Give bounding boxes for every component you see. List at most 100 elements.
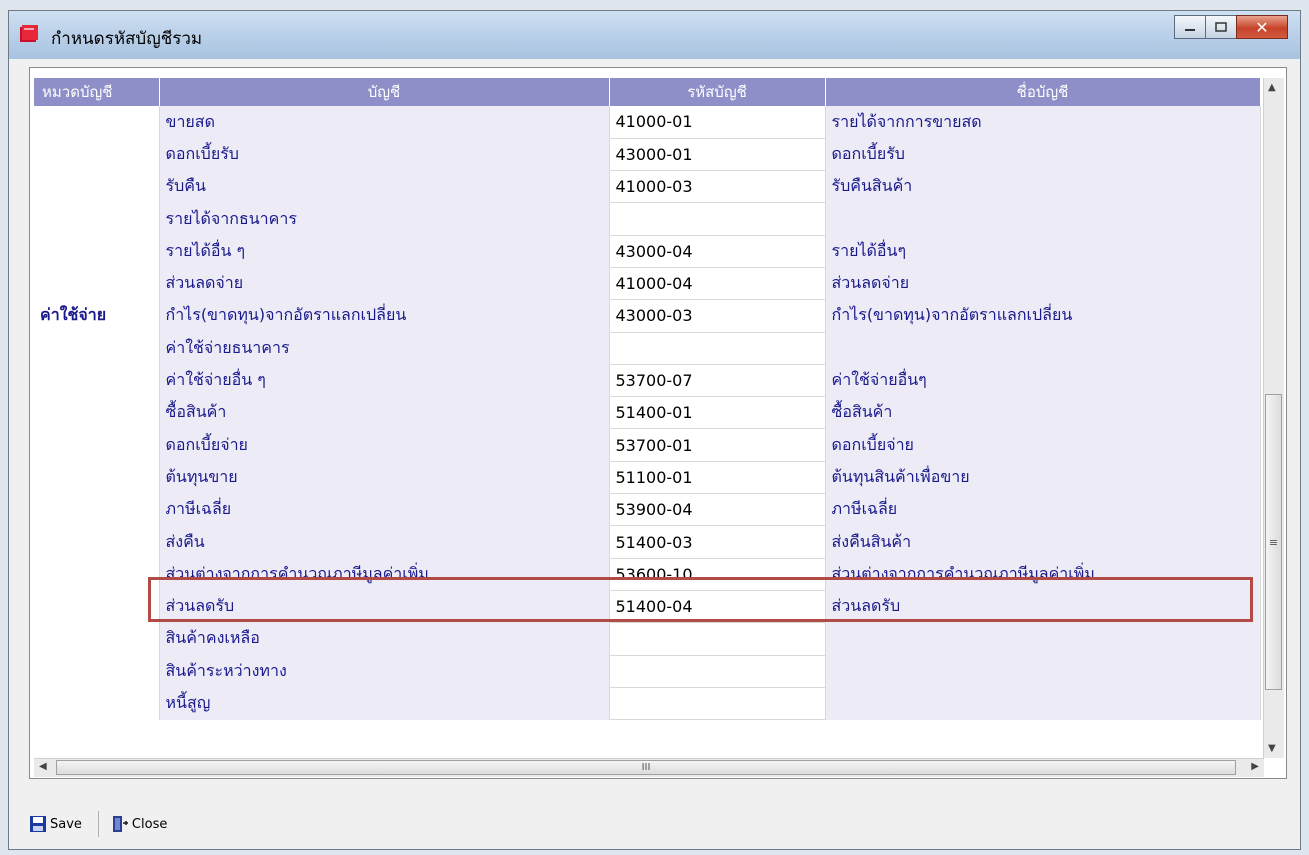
code-cell[interactable]: 51100-01 [609, 461, 826, 495]
category-cell[interactable] [34, 396, 160, 429]
table-row[interactable]: ค่าใช้จ่ายอื่น ๆ 53700-07 ค่าใช้จ่ายอื่นๆ [34, 364, 1261, 398]
account-name-cell[interactable]: ดอกเบี้ยจ่าย [825, 428, 1261, 462]
category-cell[interactable]: ค่าใช้จ่าย [34, 299, 160, 333]
account-name-cell[interactable]: รายได้อื่นๆ [825, 235, 1261, 268]
account-cell[interactable]: สินค้าระหว่างทาง [159, 655, 610, 688]
code-cell[interactable]: 53600-10 [609, 558, 826, 591]
table-row[interactable]: สินค้าระหว่างทาง [34, 655, 1261, 688]
col-header-code[interactable]: รหัสบัญชี [609, 78, 826, 106]
category-cell[interactable] [34, 493, 160, 526]
col-header-account[interactable]: บัญชี [159, 78, 610, 106]
category-cell[interactable] [34, 170, 160, 203]
category-cell[interactable] [34, 106, 160, 139]
code-cell[interactable]: 53700-07 [609, 364, 826, 398]
account-cell[interactable]: ค่าใช้จ่ายอื่น ๆ [159, 364, 610, 397]
account-cell[interactable]: ดอกเบี้ยรับ [159, 138, 610, 171]
close-button[interactable]: Close [111, 815, 167, 833]
table-row[interactable]: หนี้สูญ [34, 687, 1261, 721]
code-cell[interactable]: 43000-04 [609, 235, 826, 268]
table-row[interactable]: ดอกเบี้ยจ่าย 53700-01 ดอกเบี้ยจ่าย [34, 428, 1261, 462]
code-cell[interactable]: 41000-04 [609, 267, 826, 301]
account-cell[interactable]: ดอกเบี้ยจ่าย [159, 428, 610, 462]
save-button[interactable]: Save [29, 815, 82, 833]
table-row[interactable]: สินค้าคงเหลือ [34, 622, 1261, 656]
account-name-cell[interactable]: ซื้อสินค้า [825, 396, 1261, 429]
account-name-cell[interactable]: ดอกเบี้ยรับ [825, 138, 1261, 171]
table-row[interactable]: ขายสด 41000-01 รายได้จากการขายสด [34, 106, 1261, 139]
account-name-cell[interactable] [825, 332, 1261, 365]
category-cell[interactable] [34, 622, 160, 656]
horizontal-scrollbar[interactable]: ◀ III ▶ [34, 758, 1264, 777]
table-row[interactable]: ส่วนต่างจากการคำนวณภาษีมูลค่าเพิ่ม 53600-… [34, 558, 1261, 591]
category-cell[interactable] [34, 558, 160, 591]
account-name-cell[interactable]: ส่วนต่างจากการคำนวณภาษีมูลค่าเพิ่ม [825, 558, 1261, 591]
account-cell[interactable]: ส่งคืน [159, 525, 610, 559]
vertical-scrollbar[interactable]: ▲ ≡ ▼ [1263, 78, 1284, 758]
table-row[interactable]: ส่วนลดรับ 51400-04 ส่วนลดรับ [34, 590, 1261, 624]
account-cell[interactable]: ภาษีเฉลี่ย [159, 493, 610, 526]
account-name-cell[interactable]: ค่าใช้จ่ายอื่นๆ [825, 364, 1261, 397]
account-name-cell[interactable]: รับคืนสินค้า [825, 170, 1261, 203]
code-cell[interactable] [609, 655, 826, 688]
horizontal-scroll-thumb[interactable]: III [56, 760, 1236, 775]
scroll-left-icon[interactable]: ◀ [39, 761, 47, 772]
account-cell[interactable]: รายได้อื่น ๆ [159, 235, 610, 268]
account-name-cell[interactable]: ส่วนลดรับ [825, 590, 1261, 623]
account-name-cell[interactable] [825, 687, 1261, 720]
close-window-button[interactable]: ✕ [1236, 15, 1288, 39]
col-header-category[interactable]: หมวดบัญชี [34, 78, 160, 106]
table-row[interactable]: รายได้จากธนาคาร [34, 202, 1261, 236]
table-row[interactable]: ส่งคืน 51400-03 ส่งคืนสินค้า [34, 525, 1261, 559]
table-row[interactable]: ภาษีเฉลี่ย 53900-04 ภาษีเฉลี่ย [34, 493, 1261, 527]
account-name-cell[interactable]: รายได้จากการขายสด [825, 106, 1261, 139]
vertical-scroll-thumb[interactable]: ≡ [1265, 394, 1282, 690]
account-cell[interactable]: ซื้อสินค้า [159, 396, 610, 429]
account-cell[interactable]: ต้นทุนขาย [159, 461, 610, 494]
col-header-name[interactable]: ชื่อบัญชี [825, 78, 1261, 106]
account-name-cell[interactable]: ส่งคืนสินค้า [825, 525, 1261, 559]
title-bar[interactable]: กำหนดรหัสบัญชีรวม ✕ [9, 11, 1300, 59]
category-cell[interactable] [34, 267, 160, 300]
table-row[interactable]: ค่าใช้จ่ายธนาคาร [34, 332, 1261, 365]
minimize-button[interactable] [1174, 15, 1206, 39]
scroll-right-icon[interactable]: ▶ [1251, 761, 1259, 772]
account-cell[interactable]: กำไร(ขาดทุน)จากอัตราแลกเปลี่ยน [159, 299, 610, 333]
account-name-cell[interactable]: กำไร(ขาดทุน)จากอัตราแลกเปลี่ยน [825, 299, 1261, 333]
account-name-cell[interactable]: ภาษีเฉลี่ย [825, 493, 1261, 526]
code-cell[interactable]: 41000-01 [609, 106, 826, 139]
category-cell[interactable] [34, 202, 160, 236]
code-cell[interactable]: 41000-03 [609, 170, 826, 204]
category-cell[interactable] [34, 461, 160, 494]
code-cell[interactable]: 53700-01 [609, 428, 826, 462]
account-cell[interactable]: รับคืน [159, 170, 610, 203]
table-row[interactable]: ต้นทุนขาย 51100-01 ต้นทุนสินค้าเพื่อขาย [34, 461, 1261, 495]
code-cell[interactable] [609, 622, 826, 656]
table-row[interactable]: ค่าใช้จ่าย กำไร(ขาดทุน)จากอัตราแลกเปลี่ยน… [34, 299, 1261, 333]
code-cell[interactable]: 53900-04 [609, 493, 826, 527]
table-row[interactable]: ดอกเบี้ยรับ 43000-01 ดอกเบี้ยรับ [34, 138, 1261, 172]
category-cell[interactable] [34, 364, 160, 397]
account-cell[interactable]: ค่าใช้จ่ายธนาคาร [159, 332, 610, 365]
account-cell[interactable]: รายได้จากธนาคาร [159, 202, 610, 236]
code-cell[interactable]: 51400-03 [609, 525, 826, 559]
account-cell[interactable]: ส่วนลดรับ [159, 590, 610, 623]
code-cell[interactable]: 51400-04 [609, 590, 826, 624]
account-cell[interactable]: สินค้าคงเหลือ [159, 622, 610, 656]
code-cell[interactable]: 51400-01 [609, 396, 826, 430]
code-cell[interactable] [609, 202, 826, 236]
category-cell[interactable] [34, 525, 160, 559]
account-cell[interactable]: หนี้สูญ [159, 687, 610, 720]
maximize-button[interactable] [1205, 15, 1237, 39]
account-name-cell[interactable] [825, 202, 1261, 236]
category-cell[interactable] [34, 590, 160, 623]
scroll-down-icon[interactable]: ▼ [1268, 743, 1276, 754]
account-name-cell[interactable] [825, 655, 1261, 688]
account-name-cell[interactable]: ต้นทุนสินค้าเพื่อขาย [825, 461, 1261, 494]
account-name-cell[interactable] [825, 622, 1261, 656]
table-row[interactable]: รับคืน 41000-03 รับคืนสินค้า [34, 170, 1261, 204]
table-row[interactable]: รายได้อื่น ๆ 43000-04 รายได้อื่นๆ [34, 235, 1261, 268]
table-row[interactable]: ส่วนลดจ่าย 41000-04 ส่วนลดจ่าย [34, 267, 1261, 301]
category-cell[interactable] [34, 138, 160, 171]
category-cell[interactable] [34, 428, 160, 462]
category-cell[interactable] [34, 332, 160, 365]
